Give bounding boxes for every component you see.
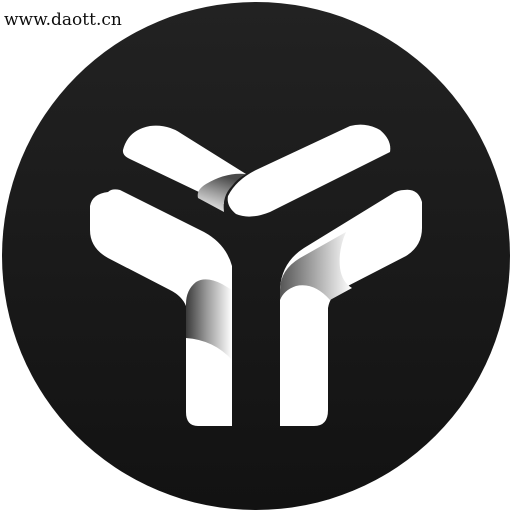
three-blade-y-logo-icon bbox=[2, 2, 510, 510]
watermark-text: www.daott.cn bbox=[4, 10, 122, 30]
app-icon-canvas: www.daott.cn bbox=[0, 0, 512, 512]
logo-disc bbox=[2, 2, 510, 510]
